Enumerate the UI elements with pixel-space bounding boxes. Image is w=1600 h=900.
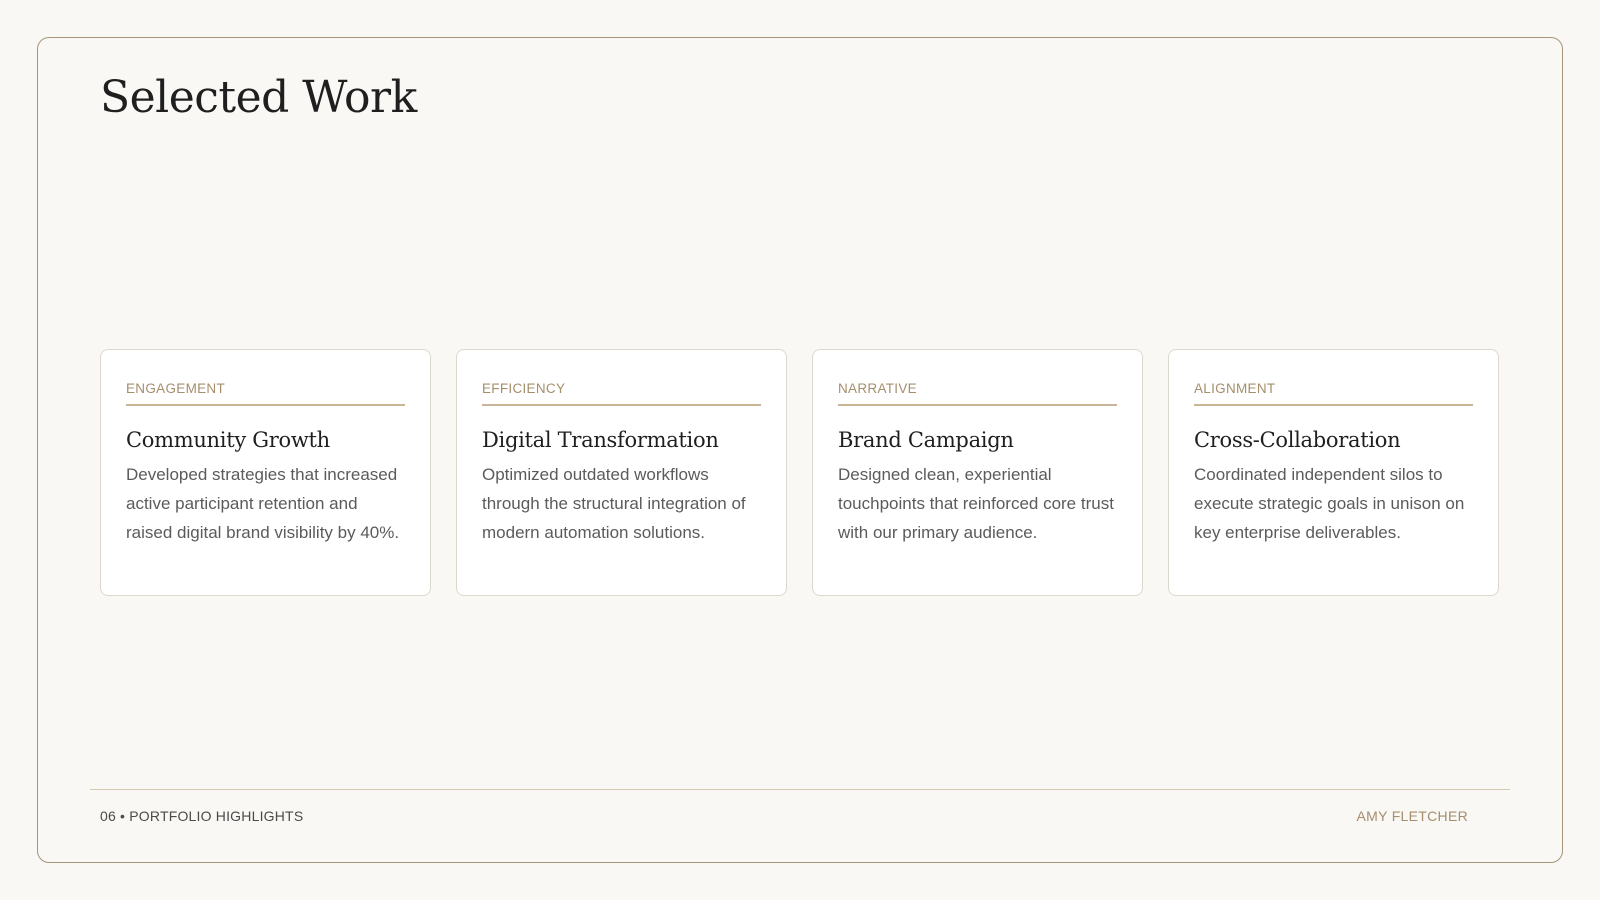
card-description: Designed clean, experiential touchpoints… (838, 465, 1114, 542)
card-description: Coordinated independent silos to execute… (1194, 465, 1465, 542)
card-title: Cross-Collaboration (1194, 428, 1401, 452)
card-title: Community Growth (126, 428, 330, 452)
slide-frame: Selected Work ENGAGEMENT Community Growt… (37, 37, 1563, 863)
card-efficiency: EFFICIENCY Digital Transformation Optimi… (456, 349, 787, 596)
footer-divider (90, 789, 1510, 790)
card-tag: ALIGNMENT (1194, 381, 1473, 406)
card-title: Digital Transformation (482, 428, 719, 452)
card-description: Optimized outdated workflows through the… (482, 465, 746, 542)
page-title: Selected Work (100, 72, 417, 123)
card-description: Developed strategies that increased acti… (126, 465, 400, 542)
footer-section-label: 06 • PORTFOLIO HIGHLIGHTS (100, 808, 304, 824)
card-tag: NARRATIVE (838, 381, 1117, 406)
cards-row: ENGAGEMENT Community Growth Developed st… (100, 349, 1499, 596)
card-title: Brand Campaign (838, 428, 1014, 452)
card-alignment: ALIGNMENT Cross-Collaboration Coordinate… (1168, 349, 1499, 596)
footer-author: AMY FLETCHER (1356, 808, 1468, 824)
card-tag: ENGAGEMENT (126, 381, 405, 406)
card-narrative: NARRATIVE Brand Campaign Designed clean,… (812, 349, 1143, 596)
card-engagement: ENGAGEMENT Community Growth Developed st… (100, 349, 431, 596)
card-tag: EFFICIENCY (482, 381, 761, 406)
